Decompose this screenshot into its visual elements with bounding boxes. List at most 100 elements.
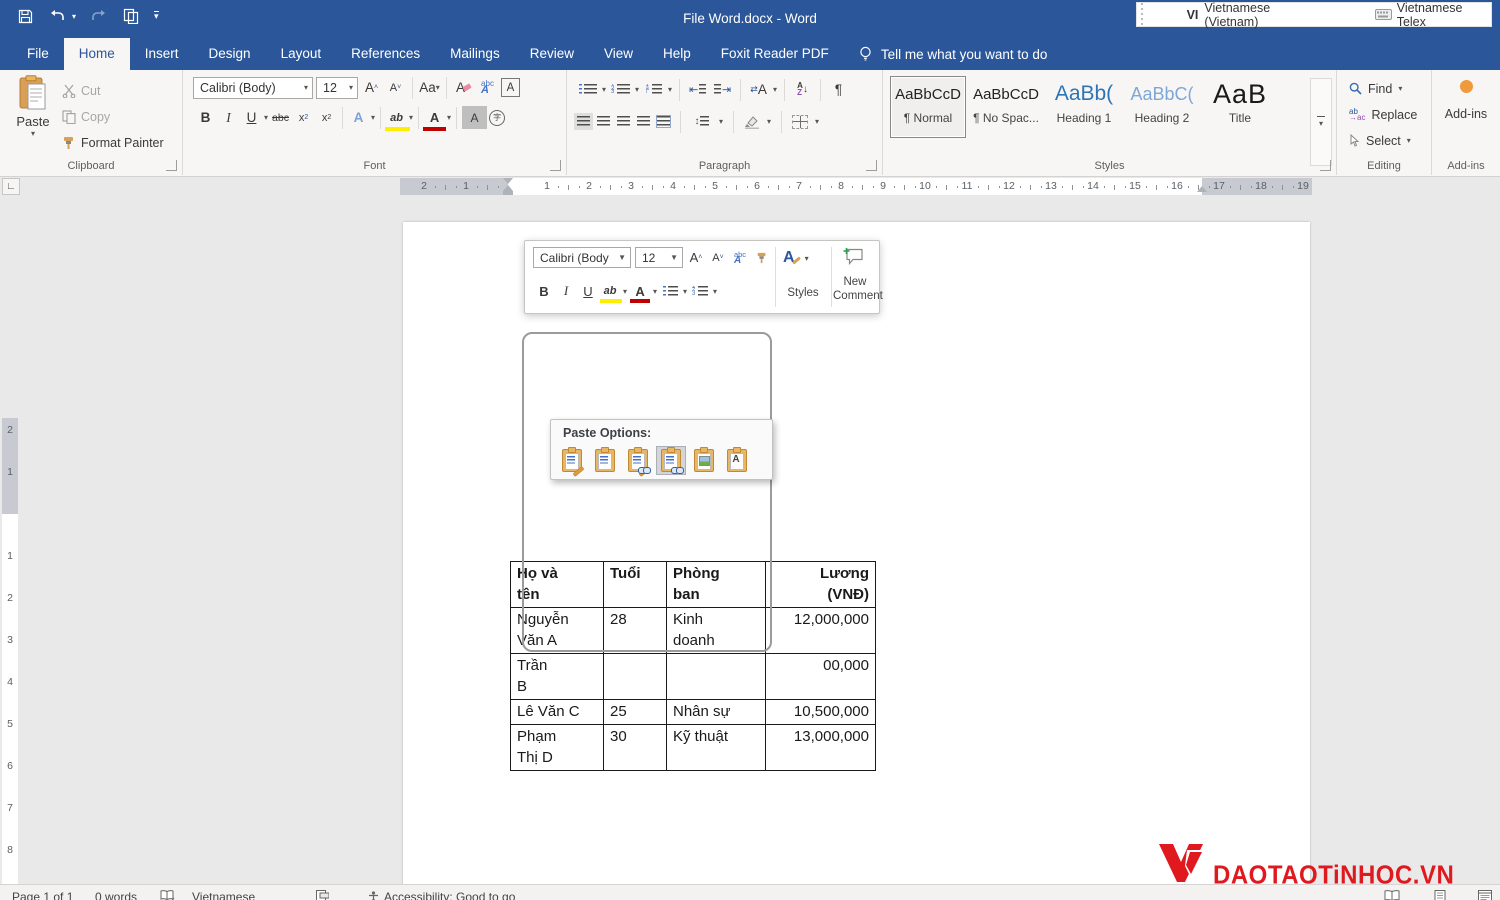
numbering-icon[interactable]: 1 2 3 — [610, 78, 631, 101]
tab-design[interactable]: Design — [194, 38, 266, 70]
table-cell[interactable]: 12,000,000 — [766, 608, 876, 654]
language-name[interactable]: Vietnamese (Vietnam) — [1204, 1, 1322, 29]
paste-option-link-and-keep-source-formatting[interactable] — [623, 446, 653, 475]
tab-insert[interactable]: Insert — [130, 38, 194, 70]
format-painter-button[interactable]: Format Painter — [62, 130, 164, 155]
mini-highlight-icon[interactable]: ab — [601, 281, 619, 301]
paste-button[interactable]: Paste ▾ — [8, 75, 58, 138]
table-cell[interactable]: 00,000 — [766, 654, 876, 700]
page-indicator[interactable]: Page 1 of 1 — [12, 890, 73, 900]
tab-mailings[interactable]: Mailings — [435, 38, 515, 70]
mini-shrink-font-icon[interactable]: A˅ — [709, 248, 727, 268]
table-cell[interactable]: 30 — [604, 725, 667, 771]
asian-layout-icon[interactable]: ⇄A — [748, 78, 769, 101]
tell-me-box[interactable]: Tell me what you want to do — [858, 38, 1048, 70]
left-indent-marker[interactable] — [503, 191, 513, 195]
table-cell[interactable]: Trần B — [511, 654, 604, 700]
table-cell[interactable]: 10,500,000 — [766, 700, 876, 725]
paste-dropdown-icon[interactable]: ▾ — [31, 129, 35, 138]
print-layout-icon[interactable] — [1434, 890, 1446, 900]
paste-option-keep-text-only[interactable]: A — [722, 446, 752, 475]
line-spacing-dropdown-icon[interactable]: ▾ — [719, 117, 723, 126]
tab-help[interactable]: Help — [648, 38, 706, 70]
sort-icon[interactable]: AZ↓ — [792, 78, 813, 101]
clipboard-dialog-launcher-icon[interactable] — [166, 160, 177, 171]
mini-bullets-dropdown-icon[interactable]: ▾ — [683, 287, 687, 296]
mini-new-comment-button[interactable] — [843, 247, 865, 267]
font-color-dropdown-icon[interactable]: ▾ — [447, 113, 451, 122]
text-highlight-dropdown-icon[interactable]: ▾ — [409, 113, 413, 122]
bullets-icon[interactable] — [577, 78, 598, 101]
mini-underline-icon[interactable]: U — [579, 281, 597, 301]
language-indicator[interactable]: Vietnamese — [192, 890, 255, 900]
line-spacing-icon[interactable]: ↕ — [691, 110, 712, 133]
text-highlight-icon[interactable]: ab — [386, 106, 407, 129]
mini-numbering-dropdown-icon[interactable]: ▾ — [713, 287, 717, 296]
bold-icon[interactable]: B — [195, 106, 216, 129]
mini-phonetic-guide-icon[interactable]: abcA — [731, 248, 749, 268]
styles-more-button[interactable]: ▾ — [1310, 78, 1332, 166]
macro-icon[interactable] — [316, 890, 329, 900]
strikethrough-icon[interactable]: abc — [270, 106, 291, 129]
mini-numbering-icon[interactable]: 1 2 3 — [691, 281, 709, 301]
shading-dropdown-icon[interactable]: ▾ — [767, 117, 771, 126]
numbering-dropdown-icon[interactable]: ▾ — [635, 85, 639, 94]
mini-italic-icon[interactable]: I — [557, 281, 575, 301]
style-heading-2[interactable]: AaBbC(Heading 2 — [1124, 76, 1200, 138]
accessibility-status[interactable]: Accessibility: Good to go — [368, 890, 515, 900]
mini-font-name-combo[interactable]: Calibri (Body▼ — [533, 247, 631, 268]
cut-button[interactable]: Cut — [62, 78, 100, 103]
grow-font-icon[interactable]: A˄ — [361, 76, 382, 99]
mini-format-painter-icon[interactable] — [753, 248, 771, 268]
superscript-icon[interactable]: x2 — [316, 106, 337, 129]
mini-bold-icon[interactable]: B — [535, 281, 553, 301]
table-cell[interactable]: 13,000,000 — [766, 725, 876, 771]
mini-bullets-icon[interactable] — [661, 281, 679, 301]
tab-review[interactable]: Review — [515, 38, 589, 70]
tab-layout[interactable]: Layout — [266, 38, 337, 70]
change-case-icon[interactable]: Aa▾ — [419, 76, 440, 99]
paste-option-keep-source-formatting[interactable] — [557, 446, 587, 475]
font-size-combo[interactable]: 12▾ — [316, 77, 358, 99]
table-cell[interactable]: Kỹ thuật — [667, 725, 766, 771]
style-heading-1[interactable]: AaBb(Heading 1 — [1046, 76, 1122, 138]
phonetic-guide-icon[interactable]: abcA — [477, 76, 498, 99]
style--normal[interactable]: AaBbCcD¶ Normal — [890, 76, 966, 138]
subscript-icon[interactable]: x2 — [293, 106, 314, 129]
select-dropdown-icon[interactable]: ▾ — [1407, 136, 1411, 145]
mini-styles-button[interactable]: A ▾ — [783, 249, 809, 267]
clear-formatting-icon[interactable]: A — [453, 76, 474, 99]
proofing-icon[interactable] — [160, 890, 175, 900]
style-title[interactable]: AaBTitle — [1202, 76, 1278, 138]
find-button[interactable]: Find ▾ — [1349, 76, 1402, 101]
ime-name[interactable]: Vietnamese Telex — [1397, 1, 1491, 29]
paste-option-use-destination-styles[interactable] — [590, 446, 620, 475]
borders-icon[interactable] — [792, 115, 808, 129]
vertical-ruler[interactable]: 2112345678910111213 — [2, 392, 18, 900]
word-count[interactable]: 0 words — [95, 890, 137, 900]
language-bar[interactable]: VI Vietnamese (Vietnam) Vietnamese Telex — [1136, 2, 1492, 27]
table-cell[interactable] — [667, 654, 766, 700]
shading-icon[interactable] — [744, 115, 760, 129]
tab-foxit-reader-pdf[interactable]: Foxit Reader PDF — [706, 38, 844, 70]
mini-highlight-dropdown-icon[interactable]: ▾ — [623, 287, 627, 296]
underline-dropdown-icon[interactable]: ▾ — [264, 113, 268, 122]
show-paragraph-marks-icon[interactable]: ¶ — [828, 78, 849, 101]
text-effects-dropdown-icon[interactable]: ▾ — [371, 113, 375, 122]
read-mode-icon[interactable] — [1384, 890, 1400, 900]
tab-home[interactable]: Home — [64, 38, 130, 70]
shrink-font-icon[interactable]: A˅ — [385, 76, 406, 99]
align-right-icon[interactable] — [617, 116, 630, 127]
increase-indent-icon[interactable]: ⇥ — [712, 78, 733, 101]
mini-grow-font-icon[interactable]: A˄ — [687, 248, 705, 268]
find-dropdown-icon[interactable]: ▾ — [1398, 84, 1402, 93]
language-bar-grip[interactable] — [1137, 3, 1147, 26]
decrease-indent-icon[interactable]: ⇤ — [687, 78, 708, 101]
distribute-icon[interactable] — [657, 116, 670, 127]
italic-icon[interactable]: I — [218, 106, 239, 129]
mini-font-size-combo[interactable]: 12▼ — [635, 247, 683, 268]
character-shading-icon[interactable]: A — [462, 106, 487, 129]
first-line-indent-marker[interactable] — [503, 178, 513, 184]
tab-view[interactable]: View — [589, 38, 648, 70]
select-button[interactable]: Select ▾ — [1349, 128, 1411, 153]
